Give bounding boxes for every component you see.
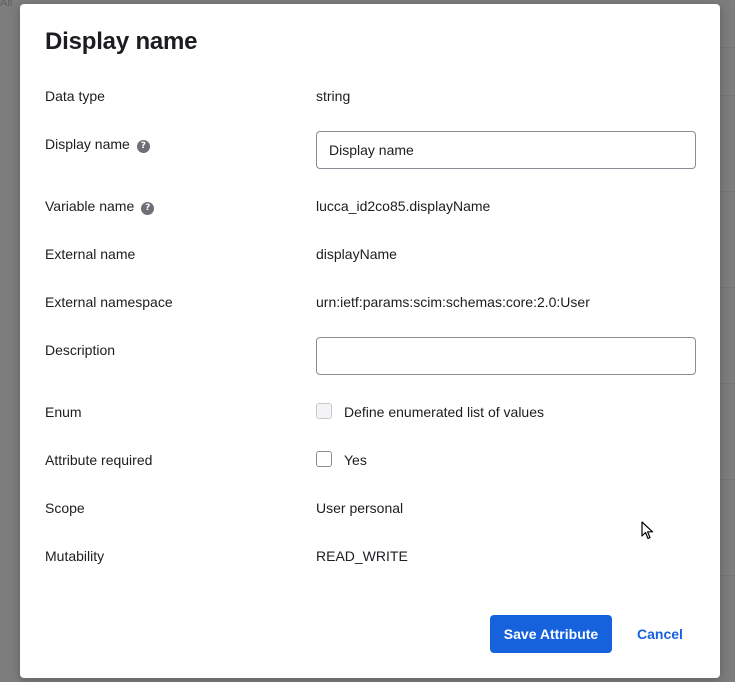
enum-checkbox[interactable] [316,403,332,419]
description-input[interactable] [316,337,696,375]
description-label: Description [45,342,116,358]
question-icon[interactable]: ? [141,202,155,215]
external-namespace-label: External namespace [45,294,173,310]
enum-checkbox-label[interactable]: Define enumerated list of values [344,404,544,420]
external-name-label: External name [45,246,136,262]
mutability-label: Mutability [45,548,105,564]
background-divider [720,95,735,96]
attribute-required-checkbox[interactable] [316,451,332,467]
save-attribute-button[interactable]: Save Attribute [490,615,612,653]
data-type-value: string [316,88,351,104]
question-icon[interactable]: ? [136,140,150,153]
cancel-button[interactable]: Cancel [626,615,694,653]
enum-label: Enum [45,404,82,420]
mutability-value: READ_WRITE [316,548,408,564]
background-divider [720,47,735,48]
external-namespace-value: urn:ietf:params:scim:schemas:core:2.0:Us… [316,294,590,310]
display-name-label-wrap: Display name? [45,136,150,153]
variable-name-label: Variable name [45,198,135,214]
scope-value: User personal [316,500,404,516]
attribute-required-checkbox-label[interactable]: Yes [344,452,367,468]
background-divider [720,287,735,288]
display-name-label: Display name [45,136,130,152]
background-divider [720,479,735,480]
variable-name-value: lucca_id2co85.displayName [316,198,491,214]
dialog-title: Display name [45,28,198,55]
display-name-input[interactable] [316,131,696,169]
data-type-label: Data type [45,88,105,104]
background-text: All [0,0,13,6]
background-divider [720,383,735,384]
scope-label: Scope [45,500,85,516]
background-divider [720,191,735,192]
attribute-required-label: Attribute required [45,452,153,468]
variable-name-label-wrap: Variable name? [45,198,155,215]
background-divider [720,575,735,576]
external-name-value: displayName [316,246,397,262]
mouse-cursor-icon [641,521,654,540]
edit-attribute-dialog: Display name Data type string Display na… [20,4,720,678]
